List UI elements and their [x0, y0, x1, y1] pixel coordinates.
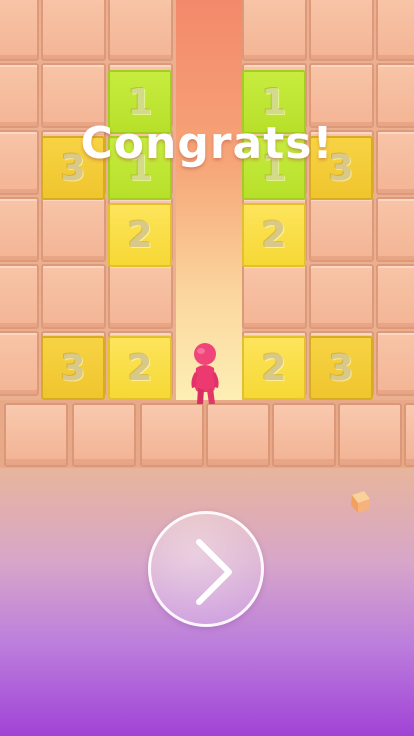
ledge-brick	[72, 403, 136, 467]
wall-brick	[0, 197, 39, 262]
ledge-brick	[140, 403, 204, 467]
game-scene: 1 1 3 2 3 2 1 1 3 2 2 3 Congrats!	[0, 0, 414, 736]
wall-brick	[376, 264, 414, 329]
wall-brick	[108, 264, 173, 329]
wall-brick	[41, 0, 106, 61]
ledge-brick	[206, 403, 270, 467]
number-tile-2: 2	[242, 336, 306, 400]
wall-brick	[41, 197, 106, 262]
floating-cube-icon	[351, 491, 370, 513]
wall-brick	[309, 0, 374, 61]
wall-brick	[0, 331, 39, 396]
congrats-title: Congrats!	[80, 118, 334, 169]
ledge-brick	[272, 403, 336, 467]
wall-brick	[309, 197, 374, 262]
number-tile-3: 3	[41, 336, 105, 400]
wall-brick	[0, 264, 39, 329]
ledge-brick	[404, 403, 414, 467]
wall-brick	[108, 0, 173, 61]
chevron-right-icon	[196, 539, 232, 605]
wall-brick	[376, 0, 414, 61]
ledge-brick	[4, 403, 68, 467]
ledge-brick	[338, 403, 402, 467]
next-level-button[interactable]	[148, 511, 264, 627]
number-tile-2: 2	[242, 203, 306, 267]
wall-brick	[376, 197, 414, 262]
number-tile-2: 2	[108, 336, 172, 400]
wall-brick	[0, 0, 39, 61]
number-tile-2: 2	[108, 203, 172, 267]
wall-brick	[41, 264, 106, 329]
number-tile-3: 3	[309, 336, 373, 400]
player-character	[191, 343, 219, 404]
wall-brick	[309, 264, 374, 329]
wall-brick	[376, 331, 414, 396]
wall-brick	[242, 264, 307, 329]
wall-brick	[242, 0, 307, 61]
